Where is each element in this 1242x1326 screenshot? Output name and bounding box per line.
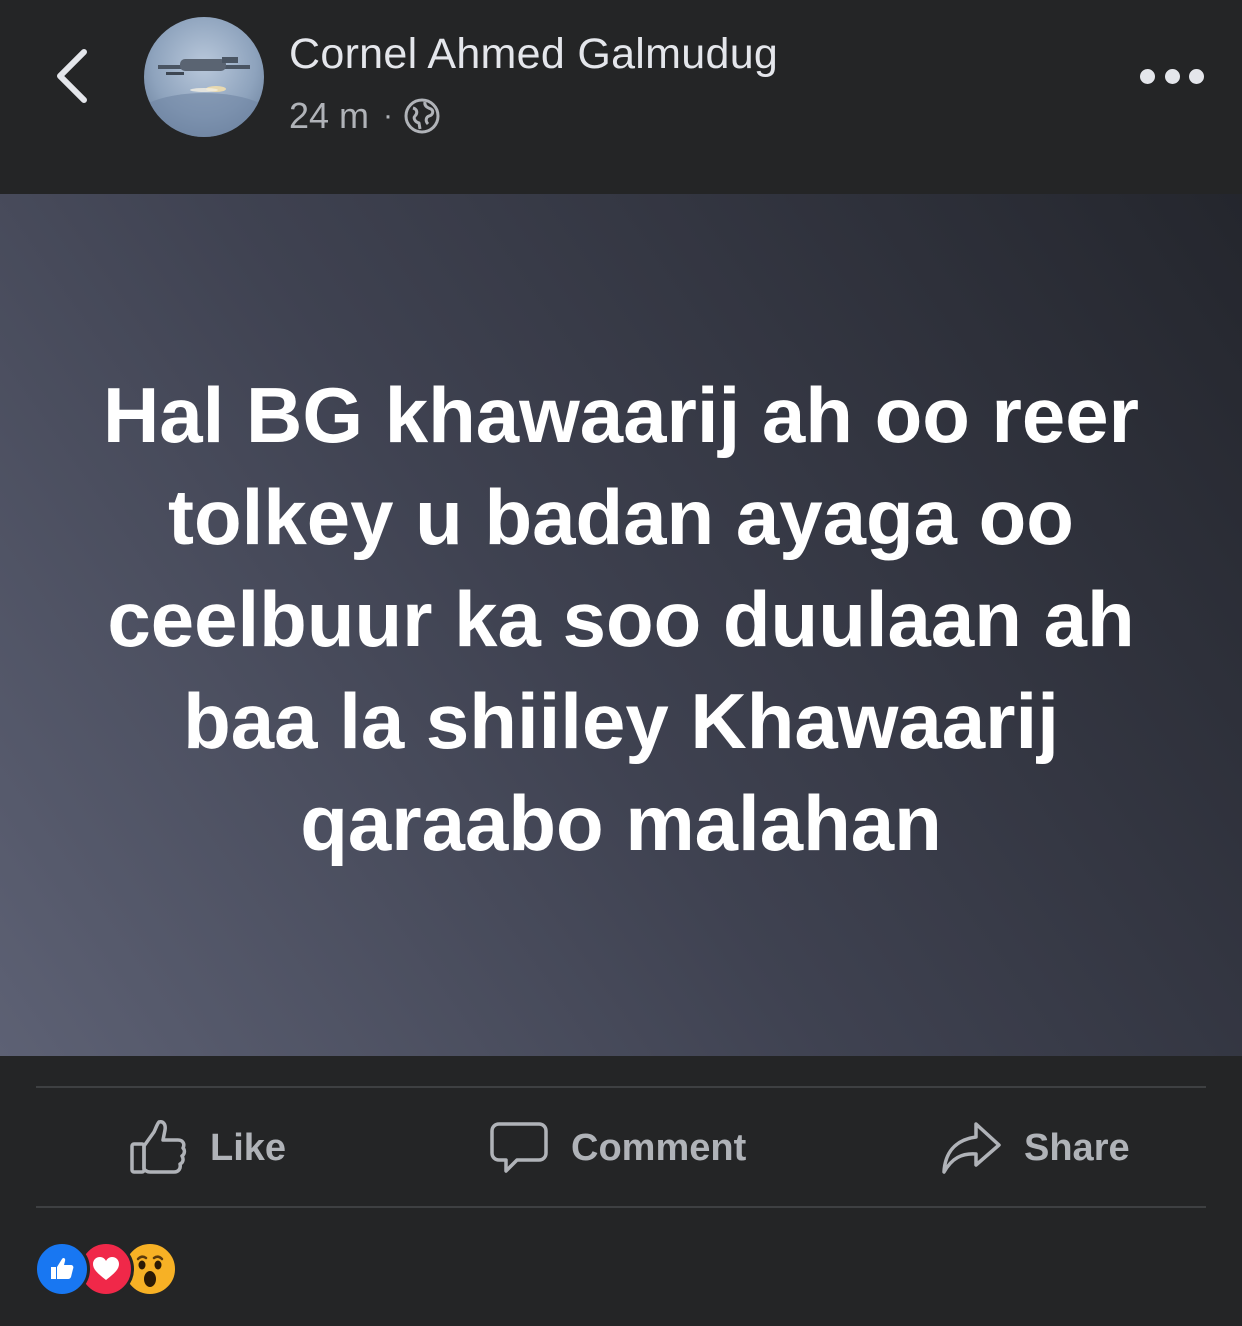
post-header: Cornel Ahmed Galmudug 24 m ·: [0, 0, 1242, 194]
globe-icon[interactable]: [403, 97, 441, 135]
share-label: Share: [1024, 1126, 1130, 1169]
avatar-image: [144, 57, 264, 137]
action-bar-bottom-divider: [36, 1206, 1206, 1208]
author-avatar[interactable]: [144, 17, 264, 137]
thumbs-up-icon: [130, 1120, 187, 1174]
like-button[interactable]: Like: [128, 1090, 286, 1206]
action-bar-top-divider: [36, 1086, 1206, 1088]
post-text-background[interactable]: Hal BG khawaarij ah oo reer tolkey u bad…: [0, 194, 1242, 1056]
comment-icon: [490, 1122, 548, 1173]
more-options-button[interactable]: [1140, 56, 1204, 96]
post-meta: 24 m ·: [289, 94, 441, 138]
more-horizontal-icon: [1164, 68, 1180, 84]
post-text: Hal BG khawaarij ah oo reer tolkey u bad…: [102, 371, 1140, 867]
share-button[interactable]: Share: [940, 1090, 1130, 1206]
like-label: Like: [210, 1126, 287, 1169]
like-reaction-icon: [34, 1241, 90, 1297]
comment-button[interactable]: Comment: [489, 1090, 746, 1206]
reactions-summary[interactable]: [34, 1241, 178, 1297]
more-horizontal-icon: [1140, 68, 1155, 84]
more-horizontal-icon: [1189, 68, 1204, 84]
share-arrow-icon: [942, 1122, 1001, 1174]
post-action-bar: Like Comment Share: [36, 1090, 1206, 1206]
back-button[interactable]: [44, 40, 100, 112]
post-screen: Cornel Ahmed Galmudug 24 m · Hal BG khaw…: [0, 0, 1242, 1326]
meta-separator: ·: [383, 99, 394, 132]
author-name[interactable]: Cornel Ahmed Galmudug: [289, 30, 778, 79]
chevron-left-icon: [57, 49, 87, 103]
comment-label: Comment: [571, 1126, 747, 1169]
post-timestamp[interactable]: 24 m: [289, 95, 369, 137]
